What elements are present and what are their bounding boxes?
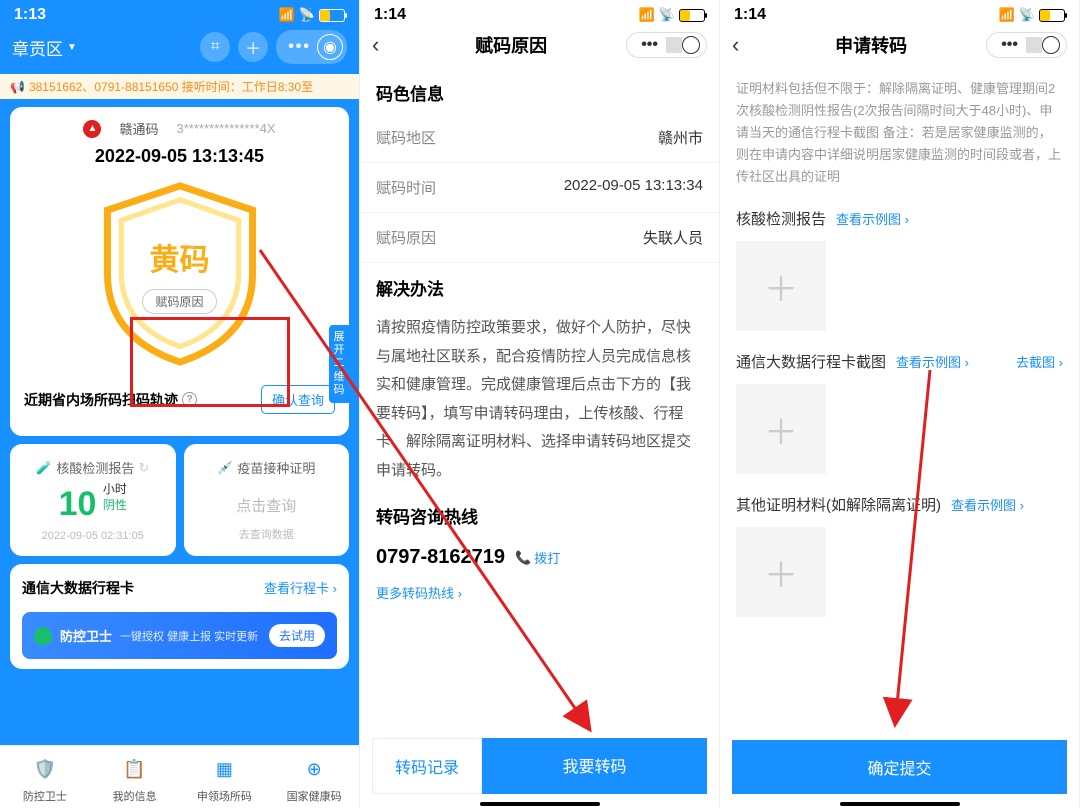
apply-button[interactable]: 我要转码 (482, 738, 707, 794)
screenshot-link[interactable]: 去截图 › (1016, 352, 1063, 371)
upload-nucleic: 核酸检测报告 查看示例图 › ＋ (720, 198, 1079, 341)
tube-icon: 🧪 (36, 460, 52, 476)
upload-box[interactable]: ＋ (736, 384, 826, 474)
list-icon: 📋 (118, 752, 152, 786)
upload-travel: 通信大数据行程卡截图 查看示例图 › 去截图 › ＋ (720, 341, 1079, 484)
nav-bar: ‹ 申请转码 ••• (720, 26, 1079, 68)
logo-icon: ▲ (83, 120, 101, 138)
more-icon: ••• (633, 36, 666, 54)
row-time: 赋码时间2022-09-05 13:13:34 (360, 163, 719, 213)
hotline-number: 0797-8162719 (376, 546, 505, 569)
status-time: 1:14 (734, 6, 766, 24)
phone-icon: 📞 (515, 550, 531, 566)
upload-box[interactable]: ＋ (736, 241, 826, 331)
row-region: 赋码地区赣州市 (360, 113, 719, 163)
target-icon (1042, 36, 1060, 54)
dial-link[interactable]: 📞拨打 (515, 548, 560, 567)
qr-icon: ▦ (207, 752, 241, 786)
health-code-card: ▲ 赣通码 3***************4X 2022-09-05 13:1… (10, 107, 349, 436)
location-picker[interactable]: 章贡区 ▼ (12, 35, 77, 60)
guard-icon: 🛡️ (28, 752, 62, 786)
tab-info[interactable]: 📋我的信息 (90, 752, 180, 804)
solution-text: 请按照疫情防控政策要求，做好个人防护，尽快与属地社区联系，配合疫情防控人员完成信… (360, 308, 719, 491)
tab-national[interactable]: ⊕国家健康码 (269, 752, 359, 804)
more-icon: ••• (993, 36, 1026, 54)
add-button[interactable]: ＋ (238, 32, 268, 62)
status-bar: 1:13 📶📡 (0, 0, 359, 26)
plus-icon: ⊕ (297, 752, 331, 786)
section-code-info: 码色信息 (360, 68, 719, 113)
travel-link[interactable]: 查看行程卡 › (264, 578, 337, 598)
status-time: 1:14 (374, 6, 406, 24)
more-icon: ••• (288, 38, 311, 56)
status-time: 1:13 (14, 6, 46, 24)
top-bar: 章贡区 ▼ ⌗ ＋ ••• ◉ (0, 26, 359, 74)
upload-other: 其他证明材料(如解除隔离证明) 查看示例图 › ＋ (720, 484, 1079, 627)
code-color-label: 黄码 (150, 235, 210, 279)
nav-bar: ‹ 赋码原因 ••• (360, 26, 719, 68)
status-icons: 📶📡 (279, 7, 345, 23)
upload-box[interactable]: ＋ (736, 527, 826, 617)
shield-icon (34, 627, 52, 645)
miniapp-actions[interactable]: ••• (626, 32, 707, 58)
chevron-down-icon: ▼ (67, 42, 77, 53)
status-bar: 1:14 📶📡 (720, 0, 1079, 26)
code-reason-button[interactable]: 赋码原因 (142, 289, 216, 314)
annotation-box (130, 317, 290, 407)
description-text: 证明材料包括但不限于：解除隔离证明、健康管理期间2次核酸检测阴性报告(2次报告间… (720, 68, 1079, 198)
tab-bar: 🛡️防控卫士 📋我的信息 ▦申领场所码 ⊕国家健康码 (0, 745, 359, 808)
example-link[interactable]: 查看示例图 › (836, 209, 909, 228)
back-button[interactable]: ‹ (732, 32, 756, 58)
code-name: 赣通码 (119, 119, 158, 138)
travel-card: 通信大数据行程卡 查看行程卡 › 防控卫士 一键授权 健康上报 实时更新 去试用 (10, 564, 349, 669)
submit-button[interactable]: 确定提交 (732, 740, 1067, 794)
page-title: 赋码原因 (396, 32, 626, 58)
syringe-icon: 💉 (217, 460, 233, 476)
miniapp-actions[interactable]: ••• (986, 32, 1067, 58)
page-title: 申请转码 (756, 32, 986, 58)
timestamp: 2022-09-05 13:13:45 (22, 146, 337, 167)
hotline-row: 0797-8162719 📞拨打 (360, 536, 719, 579)
example-link[interactable]: 查看示例图 › (896, 352, 969, 371)
target-icon: ◉ (317, 34, 343, 60)
more-hotline-link[interactable]: 更多转码热线 › (360, 579, 719, 616)
tab-venue[interactable]: ▦申领场所码 (180, 752, 270, 804)
home-indicator (480, 802, 600, 806)
tab-guard[interactable]: 🛡️防控卫士 (0, 752, 90, 804)
speaker-icon: 📢 (10, 80, 25, 94)
target-icon (682, 36, 700, 54)
nucleic-time: 2022-09-05 02:31:05 (22, 530, 164, 542)
scan-button[interactable]: ⌗ (200, 32, 230, 62)
status-bar: 1:14 📶📡 (360, 0, 719, 26)
example-link[interactable]: 查看示例图 › (951, 495, 1024, 514)
section-solution: 解决办法 (360, 263, 719, 308)
travel-title: 通信大数据行程卡 (22, 578, 134, 598)
nucleic-card[interactable]: 🧪核酸检测报告↻ 10 小时阴性 2022-09-05 02:31:05 (10, 444, 176, 556)
id-mask: 3***************4X (176, 121, 275, 136)
announcement-ticker: 📢 38151662、0791-88151650 接听时间：工作日8:30至 (0, 74, 359, 99)
records-button[interactable]: 转码记录 (372, 738, 482, 794)
back-button[interactable]: ‹ (372, 32, 396, 58)
row-reason: 赋码原因失联人员 (360, 213, 719, 263)
try-button[interactable]: 去试用 (269, 624, 325, 647)
section-hotline: 转码咨询热线 (360, 491, 719, 536)
miniapp-actions[interactable]: ••• ◉ (276, 30, 347, 64)
vaccine-card[interactable]: 💉疫苗接种证明 点击查询 去查询数据 (184, 444, 350, 556)
bottom-actions: 转码记录 我要转码 (360, 738, 719, 794)
expand-qr-tab[interactable]: 展开二维码 (329, 325, 349, 403)
promo-banner[interactable]: 防控卫士 一键授权 健康上报 实时更新 去试用 (22, 612, 337, 659)
nucleic-hours: 10 (59, 485, 97, 524)
home-indicator (840, 802, 960, 806)
